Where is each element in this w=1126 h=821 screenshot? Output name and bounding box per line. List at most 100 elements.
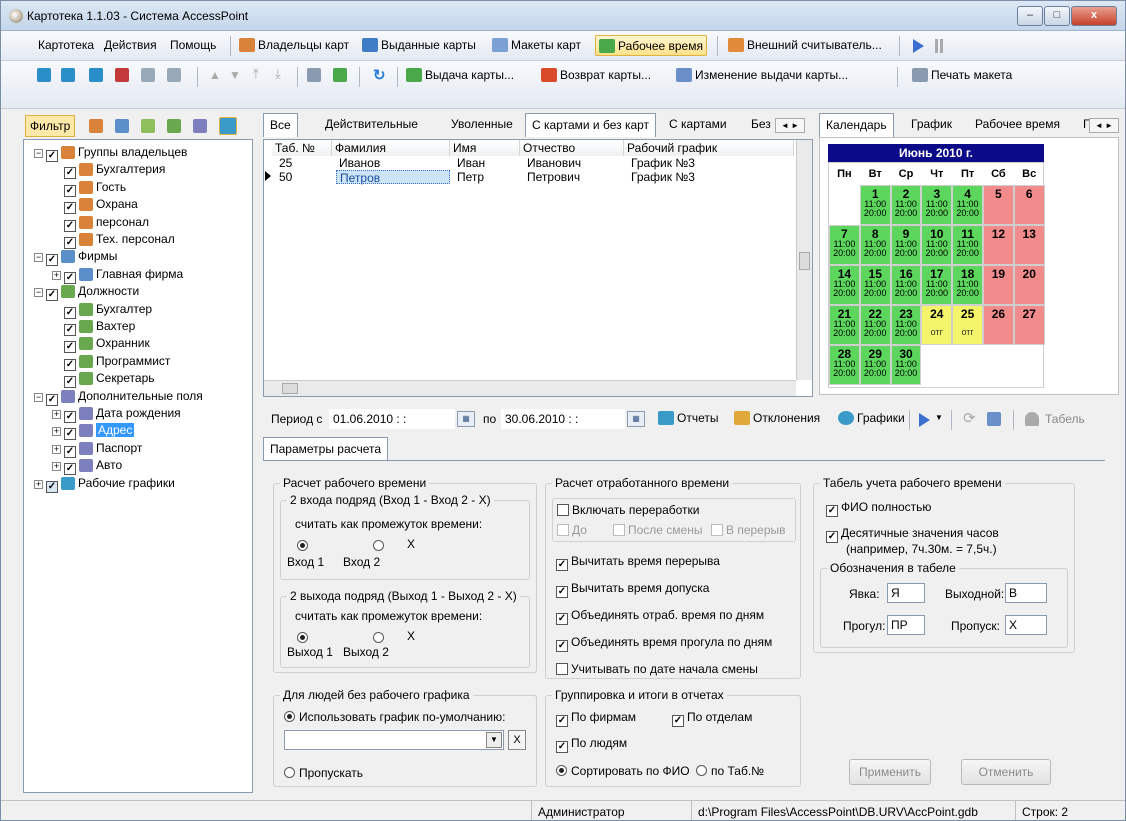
calendar-day[interactable]: 7 11:00 20:00: [829, 225, 860, 265]
expand-toggle-icon[interactable]: +: [34, 479, 43, 489]
tree-checkbox[interactable]: ✓: [64, 411, 76, 423]
tree-item[interactable]: ✓ Программист: [52, 353, 170, 371]
tab-without[interactable]: Без: [745, 113, 777, 137]
positions-filter-icon[interactable]: [141, 119, 155, 133]
presence-input[interactable]: Я: [887, 583, 925, 603]
tab-valid[interactable]: Действительные: [319, 113, 424, 137]
entry2-radio[interactable]: [373, 540, 385, 551]
calendar-day[interactable]: 14 11:00 20:00: [829, 265, 860, 305]
tab-scroll-arrows[interactable]: ◄ ►: [775, 118, 805, 133]
print-icon[interactable]: [307, 68, 321, 82]
before-option[interactable]: До: [557, 523, 587, 537]
schedule-filter-icon[interactable]: [219, 117, 237, 135]
move-down-icon[interactable]: ▼: [229, 68, 241, 82]
tree-item[interactable]: ✓ Гость: [52, 179, 126, 197]
move-bottom-icon[interactable]: ⤓: [275, 66, 281, 82]
move-card-icon[interactable]: [167, 68, 181, 82]
calendar-to-icon[interactable]: ▦: [627, 411, 645, 427]
calendar-day[interactable]: 24 отг: [921, 305, 953, 345]
calendar-day[interactable]: 9 11:00 20:00: [890, 225, 922, 265]
col-patronymic[interactable]: Отчество: [520, 140, 624, 156]
col-tab-no[interactable]: Таб. №: [272, 140, 332, 156]
day-off-input[interactable]: В: [1005, 583, 1047, 603]
calendar-day[interactable]: 13: [1013, 225, 1045, 265]
edit-card-icon[interactable]: [61, 68, 75, 82]
merge-worked-option[interactable]: ✓ Объединять отраб. время по дням: [556, 608, 764, 625]
sort-fio-option[interactable]: Сортировать по ФИО: [556, 764, 690, 778]
calendar-day[interactable]: 29 11:00 20:00: [859, 345, 891, 385]
calendar-day[interactable]: 15 11:00 20:00: [859, 265, 891, 305]
tree-item[interactable]: − ✓ Группы владельцев: [34, 144, 187, 162]
period-from-input[interactable]: 01.06.2010 : :: [329, 409, 455, 429]
calendar-day[interactable]: 18 11:00 20:00: [952, 265, 983, 305]
menu-kartoteka[interactable]: Картотека: [35, 35, 97, 56]
tree-checkbox[interactable]: ✓: [64, 376, 76, 389]
hscroll-thumb[interactable]: [282, 383, 298, 394]
tree-checkbox[interactable]: ✓: [64, 306, 76, 319]
by-people-checkbox[interactable]: ✓: [556, 741, 568, 753]
calendar-day[interactable]: 25 отг: [952, 305, 983, 345]
run-dropdown-icon[interactable]: ▼: [935, 413, 943, 422]
expand-toggle-icon[interactable]: +: [52, 444, 61, 454]
move-top-icon[interactable]: ⤒: [253, 66, 259, 82]
calendar-day[interactable]: 3 11:00 20:00: [921, 185, 953, 225]
tree-item[interactable]: ✓ Охранник: [52, 335, 150, 354]
expand-toggle-icon[interactable]: −: [34, 253, 43, 263]
calendar-day[interactable]: 27: [1013, 305, 1045, 345]
horizontal-scrollbar[interactable]: [264, 380, 796, 396]
by-depts-checkbox[interactable]: ✓: [672, 715, 684, 727]
tree-checkbox[interactable]: ✓: [64, 219, 76, 232]
staff-filter-icon[interactable]: [167, 119, 181, 133]
overtime-option[interactable]: Включать переработки: [557, 503, 699, 517]
rtab-scroll-arrows[interactable]: ◄ ►: [1089, 118, 1119, 133]
tab-graph[interactable]: График: [905, 113, 958, 137]
pause-icon[interactable]: [935, 39, 938, 53]
calendar-day[interactable]: 23 11:00 20:00: [890, 305, 922, 345]
schedules-button[interactable]: Графики: [835, 408, 908, 429]
reports-button[interactable]: Отчеты: [655, 408, 721, 429]
work-time-button[interactable]: Рабочее время: [595, 35, 707, 56]
calendar-day[interactable]: 19: [983, 265, 1014, 305]
tab-fired[interactable]: Уволенные: [445, 113, 519, 137]
overtime-checkbox[interactable]: [557, 504, 569, 516]
sort-tab-option[interactable]: по Таб.№: [696, 764, 764, 778]
exit1-radio[interactable]: [297, 632, 308, 643]
maximize-button[interactable]: □: [1044, 6, 1070, 26]
tree-checkbox[interactable]: ✓: [46, 150, 58, 162]
tree-item[interactable]: + ✓ Паспорт: [52, 440, 142, 458]
merge-absence-option[interactable]: ✓ Объединять время прогула по дням: [556, 635, 772, 652]
tree-item[interactable]: + ✓ Дата рождения: [52, 405, 181, 423]
move-up-icon[interactable]: ▲: [209, 68, 221, 82]
shift-start-option[interactable]: Учитывать по дате начала смены: [556, 662, 758, 676]
calendar-day[interactable]: 30 11:00 20:00: [890, 345, 922, 385]
tree-checkbox[interactable]: ✓: [46, 480, 58, 493]
use-default-option[interactable]: Использовать график по-умолчанию:: [284, 710, 505, 724]
tab-with-without-cards[interactable]: С картами и без карт: [525, 113, 657, 137]
by-people-option[interactable]: ✓ По людям: [556, 736, 627, 753]
col-schedule[interactable]: Рабочий график: [624, 140, 794, 156]
merge-worked-checkbox[interactable]: ✓: [556, 613, 568, 625]
tree-item[interactable]: ✓ Охрана: [52, 196, 138, 215]
by-firms-option[interactable]: ✓ По фирмам: [556, 710, 636, 727]
firms-filter-icon[interactable]: [115, 119, 129, 133]
calendar-day[interactable]: 2 11:00 20:00: [890, 185, 922, 225]
calendar-day[interactable]: 5: [983, 185, 1014, 225]
table-row[interactable]: 25 Иванов Иван Иванович График №3: [272, 156, 794, 170]
calendar-day[interactable]: 20: [1013, 265, 1045, 305]
col-lastname[interactable]: Фамилия: [332, 140, 450, 156]
change-issue-button[interactable]: Изменение выдачи карты...: [673, 65, 851, 86]
after-shift-option[interactable]: После смены: [613, 523, 702, 537]
export-icon[interactable]: [333, 68, 347, 82]
chevron-down-icon[interactable]: ▼: [486, 732, 502, 748]
subtract-tolerance-checkbox[interactable]: ✓: [556, 586, 568, 598]
tree-item[interactable]: + ✓ Главная фирма: [52, 266, 183, 284]
calendar-day[interactable]: 10 11:00 20:00: [921, 225, 953, 265]
fields-filter-icon[interactable]: [193, 119, 207, 133]
tree-checkbox[interactable]: ✓: [64, 237, 76, 249]
tree-checkbox[interactable]: ✓: [64, 167, 76, 180]
close-button[interactable]: x: [1071, 6, 1117, 26]
tree-item[interactable]: − ✓ Фирмы: [34, 248, 117, 267]
subtract-break-option[interactable]: ✓ Вычитать время перерыва: [556, 554, 720, 571]
tree-checkbox[interactable]: ✓: [64, 428, 76, 441]
menu-help[interactable]: Помощь: [167, 35, 219, 56]
